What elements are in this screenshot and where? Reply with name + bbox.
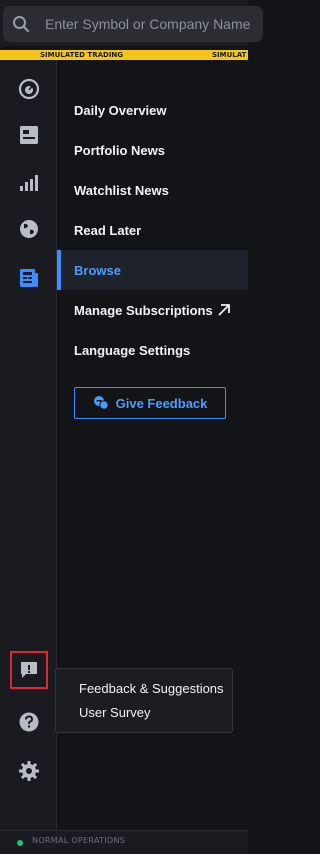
chart-bars-icon [20,175,38,191]
menu-watchlist-news[interactable]: Watchlist News [57,170,248,210]
rail-markets-button[interactable] [8,208,50,250]
globe-icon [20,220,38,238]
menu-item-label: Daily Overview [74,102,167,118]
help-icon [19,712,39,732]
banner-label-repeat: SIMULAT [212,51,247,59]
menu-daily-overview[interactable]: Daily Overview [57,90,248,130]
rail-settings-button[interactable] [8,750,50,792]
rail-feedback-button[interactable] [8,649,50,691]
simulated-trading-banner: SIMULATED TRADING SIMULAT [0,50,248,60]
rail-news-button[interactable] [8,114,50,156]
feedback-bubble-icon [21,662,37,678]
give-feedback-button[interactable]: Give Feedback [74,387,226,419]
menu-portfolio-news[interactable]: Portfolio News [57,130,248,170]
feedback-chat-icon [93,396,109,410]
search-input[interactable] [45,6,255,42]
status-text: NORMAL OPERATIONS [32,836,126,845]
menu-item-label: Browse [74,262,121,278]
top-bar [0,0,263,46]
menu-read-later[interactable]: Read Later [57,210,248,250]
popover-feedback-suggestions[interactable]: Feedback & Suggestions [79,681,224,696]
menu-item-label: Read Later [74,222,142,238]
popover-user-survey[interactable]: User Survey [79,705,151,720]
menu-item-label: Language Settings [74,342,191,358]
symbol-search-box[interactable] [3,6,263,42]
banner-label: SIMULATED TRADING [40,51,124,59]
external-link-icon [218,304,230,316]
rail-help-button[interactable] [8,701,50,743]
menu-language-settings[interactable]: Language Settings [57,330,248,370]
menu-browse[interactable]: Browse [57,250,248,290]
status-bar: NORMAL OPERATIONS [0,830,248,854]
menu-item-label: Manage Subscriptions [74,302,213,318]
search-icon [13,16,29,32]
rail-newspaper-button[interactable] [8,257,50,299]
rail-charts-button[interactable] [8,161,50,203]
status-indicator-dot [17,840,23,846]
dashboard-gauge-icon [18,78,40,100]
menu-item-label: Watchlist News [74,182,169,198]
feedback-popover-menu: Feedback & Suggestions User Survey [55,668,233,733]
news-card-icon [20,126,38,144]
newspaper-icon [20,269,38,287]
menu-manage-subscriptions[interactable]: Manage Subscriptions [57,290,248,330]
side-rail [0,60,57,830]
give-feedback-label: Give Feedback [115,395,208,411]
gear-icon [19,761,39,781]
rail-dashboard-button[interactable] [8,68,50,110]
menu-item-label: Portfolio News [74,142,166,158]
